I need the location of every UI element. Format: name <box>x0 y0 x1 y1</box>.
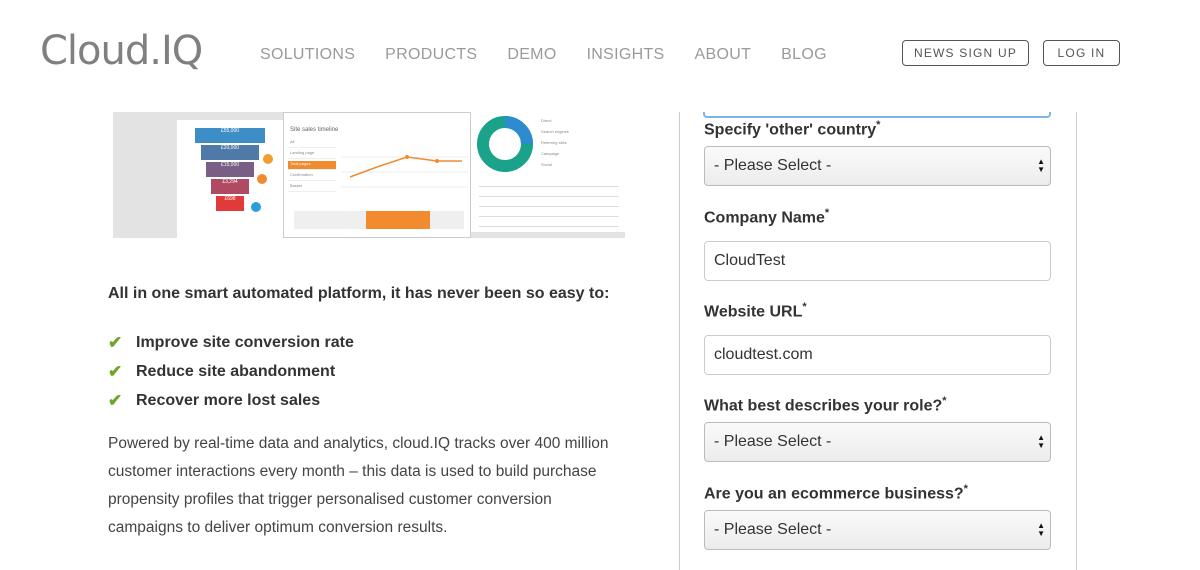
donut-chart <box>477 116 533 172</box>
website-url-label-text: Website URL <box>704 303 803 321</box>
benefit-item: ✔ Reduce site abandonment <box>108 357 354 386</box>
menu-item: All <box>288 139 336 148</box>
company-name-label-text: Company Name <box>704 209 825 227</box>
required-mark: * <box>802 301 807 313</box>
legend-item: Social <box>541 162 552 167</box>
required-mark: * <box>942 395 947 407</box>
other-country-select[interactable]: - Please Select - ▲ ▼ <box>704 146 1051 186</box>
legend-item: Referring sites <box>541 140 567 145</box>
menu-item: Total pages <box>288 161 336 170</box>
funnel-stage: £15,000 <box>206 162 254 177</box>
site-header: Cloud.IQ SOLUTIONS PRODUCTS DEMO INSIGHT… <box>0 0 1200 112</box>
table-row <box>479 216 619 217</box>
required-mark: * <box>824 207 830 219</box>
benefit-text: Improve site conversion rate <box>136 333 354 351</box>
other-country-select-value: - Please Select - <box>714 157 832 174</box>
funnel-stage: £55,000 <box>195 128 265 143</box>
funnel-stage: £20,000 <box>201 145 259 160</box>
traffic-sources-panel: Direct Search engines Referring sites Ca… <box>471 112 625 232</box>
ecommerce-select[interactable]: - Please Select - ▲ ▼ <box>704 510 1051 550</box>
benefit-item: ✔ Improve site conversion rate <box>108 328 354 357</box>
role-select-value: - Please Select - <box>714 433 832 450</box>
line-chart-title: Site sales timeline <box>290 127 339 133</box>
main-nav: SOLUTIONS PRODUCTS DEMO INSIGHTS ABOUT B… <box>260 46 857 64</box>
select-arrows-icon: ▲ ▼ <box>1037 433 1045 450</box>
benefit-text: Recover more lost sales <box>136 391 321 409</box>
required-mark: * <box>963 483 968 495</box>
select-arrows-icon: ▲ ▼ <box>1037 157 1045 174</box>
checkmark-icon: ✔ <box>108 332 123 352</box>
funnel-badge-icon <box>257 174 267 184</box>
twitter-icon <box>251 202 261 212</box>
nav-solutions[interactable]: SOLUTIONS <box>260 46 355 64</box>
role-label-text: What best describes your role? <box>704 397 943 415</box>
benefits-list: ✔ Improve site conversion rate ✔ Reduce si… <box>108 328 354 415</box>
ecommerce-label: Are you an ecommerce business?* <box>704 483 968 503</box>
nav-about[interactable]: ABOUT <box>695 46 752 64</box>
funnel-panel: £55,000 £20,000 £15,000 £3,294 £698 <box>177 120 283 238</box>
table-row <box>479 226 619 227</box>
other-country-label: Specify 'other' country* <box>704 119 880 139</box>
website-url-input[interactable] <box>704 335 1051 375</box>
benefit-text: Reduce site abandonment <box>136 362 336 380</box>
select-arrows-icon: ▲ ▼ <box>1037 521 1045 538</box>
login-button[interactable]: LOG IN <box>1043 40 1120 66</box>
checkmark-icon: ✔ <box>108 390 123 410</box>
description-paragraph: Powered by real-time data and analytics,… <box>108 435 609 536</box>
other-country-label-text: Specify 'other' country <box>704 121 877 139</box>
nav-blog[interactable]: BLOG <box>781 46 827 64</box>
legend-item: Search engines <box>541 129 569 134</box>
timeline-highlight <box>366 211 430 229</box>
benefit-item: ✔ Recover more lost sales <box>108 386 354 415</box>
table-row <box>479 186 619 187</box>
menu-item: Landing page <box>288 150 336 159</box>
role-select[interactable]: - Please Select - ▲ ▼ <box>704 422 1051 462</box>
table-row <box>479 196 619 197</box>
role-label: What best describes your role?* <box>704 395 947 415</box>
dashboard-preview-image: £55,000 £20,000 £15,000 £3,294 £698 Site… <box>113 112 625 238</box>
ecommerce-label-text: Are you an ecommerce business? <box>704 485 964 503</box>
legend-item: Direct <box>541 118 552 123</box>
website-url-label: Website URL* <box>704 301 807 321</box>
menu-item: Basket <box>288 183 336 192</box>
legend-item: Campaign <box>541 151 560 156</box>
funnel-badge-icon <box>263 154 273 164</box>
funnel-stage: £3,294 <box>211 179 249 194</box>
nav-demo[interactable]: DEMO <box>507 46 556 64</box>
nav-products[interactable]: PRODUCTS <box>385 46 477 64</box>
menu-item: Confirmation <box>288 172 336 181</box>
intro-heading: All in one smart automated platform, it … <box>108 285 610 302</box>
company-name-input[interactable] <box>704 241 1051 281</box>
sales-line-chart <box>342 155 468 188</box>
line-chart-panel: Site sales timeline All Landing page Tot… <box>283 112 471 238</box>
company-name-label: Company Name* <box>704 207 829 227</box>
ecommerce-select-value: - Please Select - <box>714 521 832 538</box>
funnel-stage: £698 <box>216 196 244 211</box>
table-row <box>479 206 619 207</box>
required-mark: * <box>876 119 881 131</box>
checkmark-icon: ✔ <box>108 361 123 381</box>
news-signup-button[interactable]: NEWS SIGN UP <box>902 40 1029 66</box>
nav-insights[interactable]: INSIGHTS <box>587 46 665 64</box>
cloudiq-logo[interactable]: Cloud.IQ <box>40 28 203 74</box>
